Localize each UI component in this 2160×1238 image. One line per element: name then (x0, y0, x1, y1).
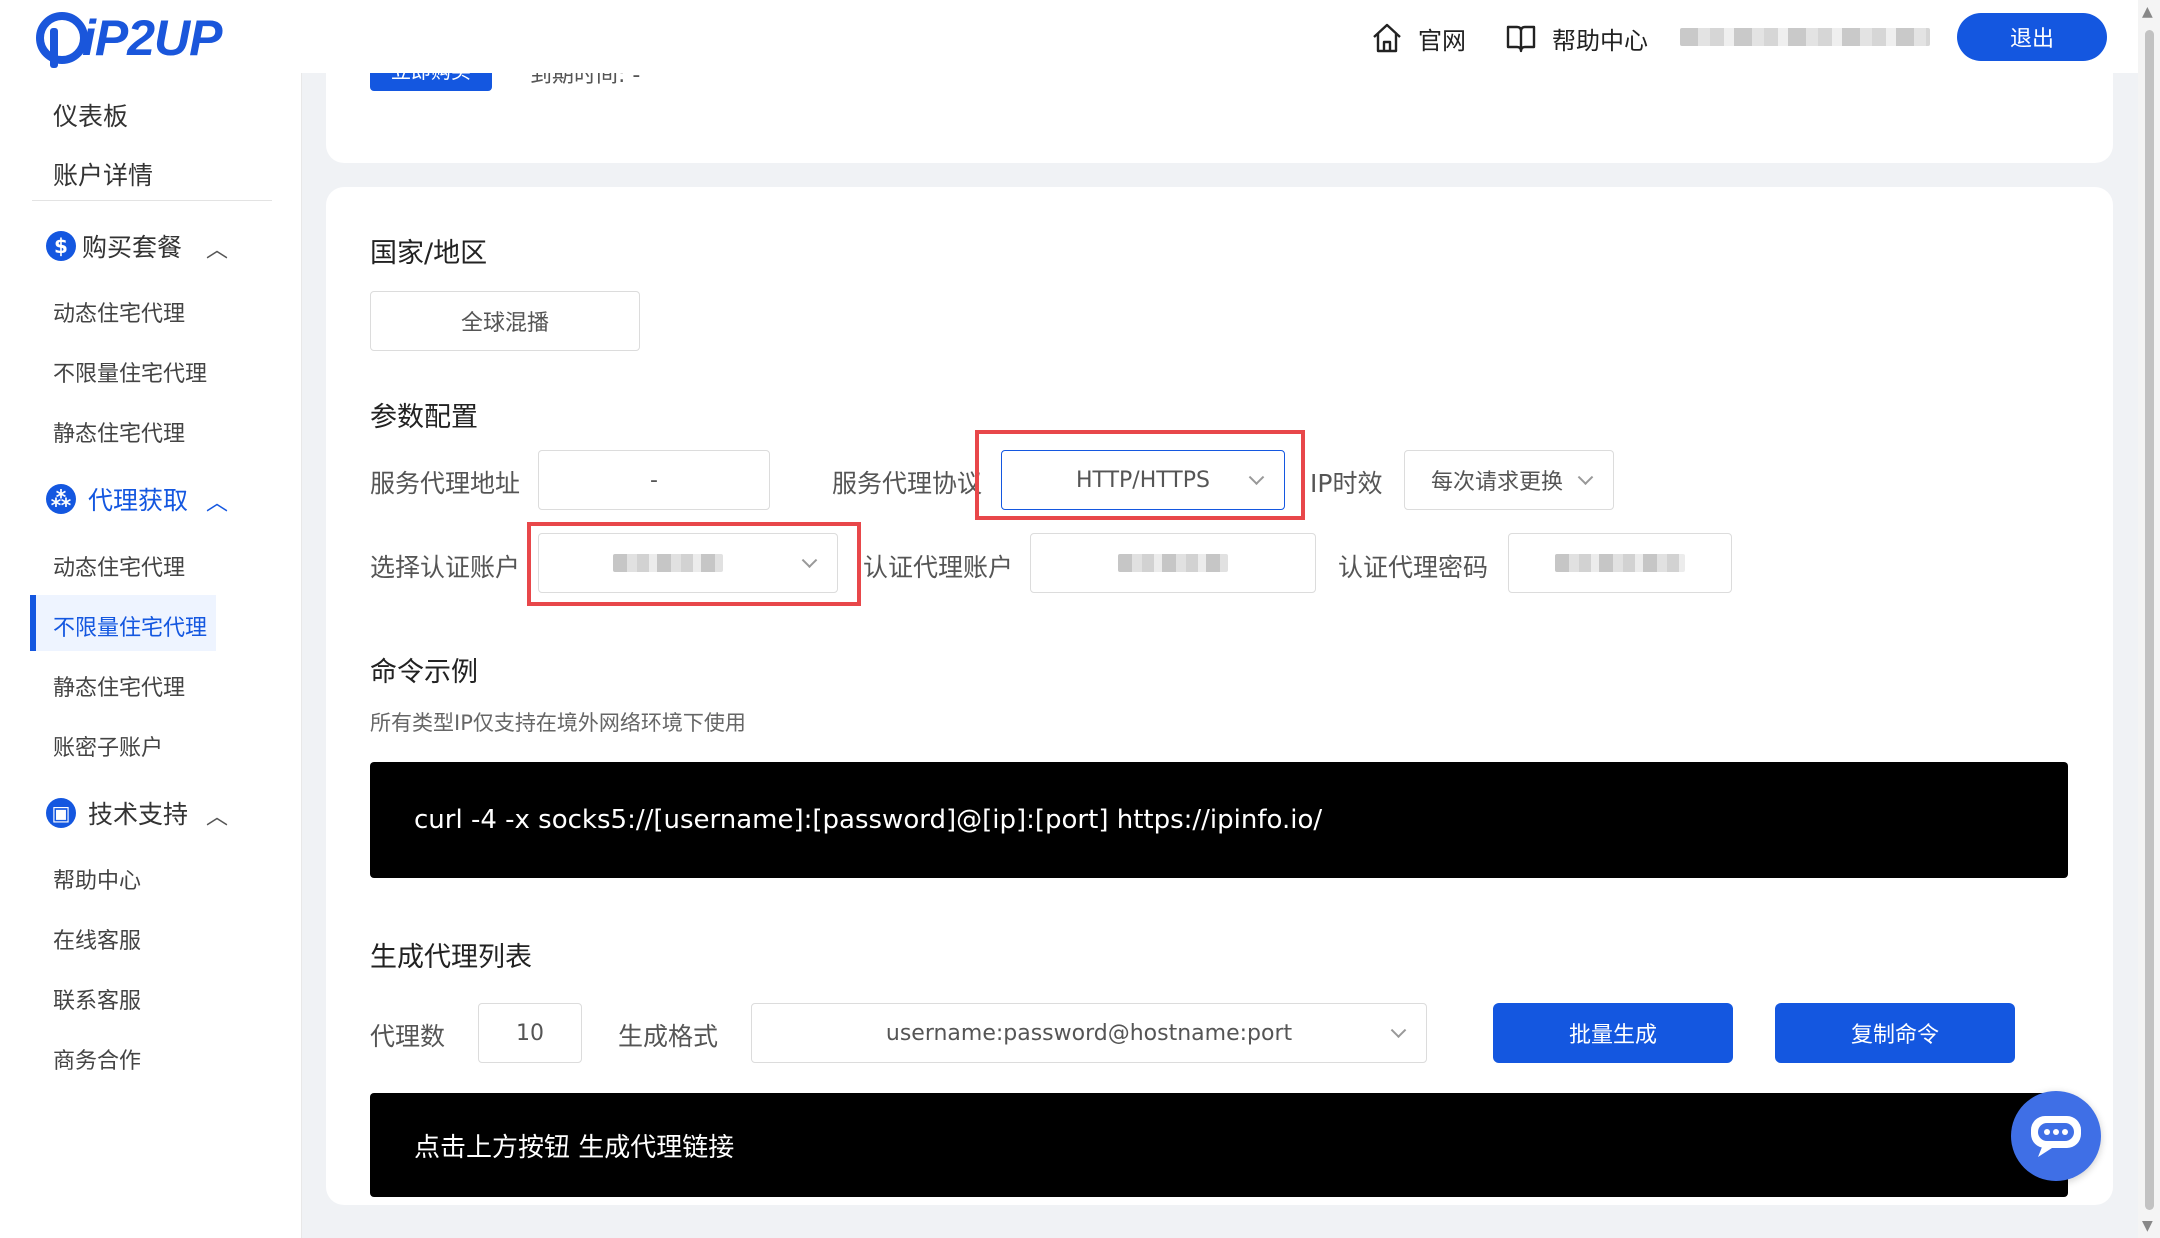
buy-now-button[interactable]: 立即购买 (370, 73, 492, 91)
expire-time: 到期时间: - (530, 73, 641, 88)
sidebar-active-indicator (30, 595, 36, 651)
auth-account-select[interactable] (538, 533, 838, 593)
chat-support-button[interactable] (2011, 1091, 2101, 1181)
logo-mark-icon (36, 12, 88, 68)
chevron-down-icon (1390, 1022, 1407, 1039)
nav-help-label: 帮助中心 (1552, 26, 1648, 55)
chat-icon (2031, 1116, 2081, 1157)
sidebar-group-proxy[interactable]: ⁂ 代理获取 ︿ (46, 479, 246, 519)
sidebar-item-contact[interactable]: 联系客服 (53, 983, 141, 1015)
auth-account-redacted (613, 554, 723, 572)
copy-command-button[interactable]: 复制命令 (1775, 1003, 2015, 1063)
sidebar-item-proxy-dynamic[interactable]: 动态住宅代理 (53, 550, 185, 582)
ip-life-select[interactable]: 每次请求更换 (1404, 450, 1614, 510)
server-address-field[interactable]: - (538, 450, 770, 510)
auth-pass-field[interactable] (1508, 533, 1732, 593)
params-title: 参数配置 (370, 402, 478, 433)
auth-pass-label: 认证代理密码 (1338, 553, 1489, 582)
scroll-down-arrow-icon[interactable]: ▼ (2142, 1218, 2153, 1234)
nav-official-label: 官网 (1418, 26, 1466, 55)
protocol-label: 服务代理协议 (832, 469, 983, 498)
protocol-select-value: HTTP/HTTPS (1076, 467, 1210, 493)
chevron-down-icon (801, 552, 818, 569)
chevron-up-icon: ︿ (206, 491, 229, 516)
logo-text: iP2UP (82, 10, 223, 66)
sidebar-group-support-label: 技术支持 (88, 800, 189, 829)
region-option-global[interactable]: 全球混播 (370, 291, 640, 351)
sidebar-group-purchase[interactable]: $ 购买套餐 ︿ (46, 226, 246, 266)
proxy-count-input[interactable]: 10 (478, 1003, 582, 1063)
generated-output-text: 点击上方按钮 生成代理链接 (414, 1132, 735, 1163)
format-select[interactable]: username:password@hostname:port (751, 1003, 1427, 1063)
chevron-up-icon: ︿ (206, 805, 229, 830)
support-icon: ▣ (46, 798, 76, 828)
sidebar-group-proxy-label: 代理获取 (88, 486, 189, 515)
auth-account-select-label: 选择认证账户 (370, 553, 521, 582)
command-example-text: curl -4 -x socks5://[username]:[password… (414, 805, 1323, 835)
region-title: 国家/地区 (370, 238, 488, 269)
format-label: 生成格式 (618, 1022, 719, 1051)
sidebar-divider (32, 200, 272, 201)
sidebar-item-account[interactable]: 账户详情 (53, 156, 153, 192)
generate-list-title: 生成代理列表 (370, 942, 532, 973)
sidebar-item-online-service[interactable]: 在线客服 (53, 923, 141, 955)
scrollbar-thumb[interactable] (2145, 30, 2154, 1210)
sidebar-item-purchase-dynamic[interactable]: 动态住宅代理 (53, 296, 185, 328)
ip-life-label: IP时效 (1310, 469, 1383, 498)
scroll-up-arrow-icon[interactable]: ▲ (2142, 4, 2153, 20)
auth-pass-redacted (1555, 554, 1685, 572)
protocol-select[interactable]: HTTP/HTTPS (1001, 450, 1285, 510)
auth-user-label: 认证代理账户 (863, 553, 1014, 582)
network-icon: ⁂ (46, 484, 76, 514)
sidebar-item-dashboard[interactable]: 仪表板 (53, 97, 128, 133)
top-header: iP2UP 官网 帮助中心 退出 (0, 0, 2160, 73)
format-select-value: username:password@hostname:port (885, 1020, 1293, 1046)
nav-official-site[interactable]: 官网 (1370, 18, 1466, 58)
sidebar-item-help[interactable]: 帮助中心 (53, 863, 141, 895)
user-account-redacted (1680, 28, 1930, 46)
command-example-box[interactable]: curl -4 -x socks5://[username]:[password… (370, 762, 2068, 878)
sidebar-item-proxy-unlimited[interactable]: 不限量住宅代理 (53, 610, 207, 642)
chevron-down-icon (1577, 469, 1594, 486)
command-example-title: 命令示例 (370, 657, 478, 688)
sidebar-item-business[interactable]: 商务合作 (53, 1043, 141, 1075)
plan-summary-card: 立即购买 到期时间: - (326, 73, 2113, 163)
home-icon (1373, 23, 1401, 53)
chevron-down-icon (1248, 469, 1265, 486)
dollar-icon: $ (46, 231, 76, 261)
sidebar-item-purchase-static[interactable]: 静态住宅代理 (53, 416, 185, 448)
ip-life-select-value: 每次请求更换 (1431, 470, 1564, 495)
batch-generate-button[interactable]: 批量生成 (1493, 1003, 1733, 1063)
sidebar: 仪表板 账户详情 $ 购买套餐 ︿ 动态住宅代理 不限量住宅代理 静态住宅代理 … (0, 73, 302, 1238)
sidebar-group-purchase-label: 购买套餐 (82, 233, 183, 262)
sidebar-item-proxy-subaccount[interactable]: 账密子账户 (53, 730, 163, 762)
auth-user-field[interactable] (1030, 533, 1316, 593)
server-address-label: 服务代理地址 (370, 469, 521, 498)
command-note: 所有类型IP仅支持在境外网络环境下使用 (370, 711, 746, 735)
sidebar-item-purchase-unlimited[interactable]: 不限量住宅代理 (53, 356, 207, 388)
sidebar-item-proxy-static[interactable]: 静态住宅代理 (53, 670, 185, 702)
proxy-count-label: 代理数 (370, 1022, 446, 1051)
generated-output-box[interactable]: 点击上方按钮 生成代理链接 (370, 1093, 2068, 1197)
logo[interactable]: iP2UP (36, 10, 223, 68)
chevron-up-icon: ︿ (206, 238, 229, 263)
auth-user-redacted (1118, 554, 1228, 572)
sidebar-group-support[interactable]: ▣ 技术支持 ︿ (46, 793, 246, 833)
book-icon (1506, 25, 1536, 53)
logout-button[interactable]: 退出 (1957, 13, 2107, 61)
nav-help-center[interactable]: 帮助中心 (1504, 18, 1648, 58)
proxy-config-card: 国家/地区 全球混播 参数配置 服务代理地址 - 服务代理协议 HTTP/HTT… (326, 187, 2113, 1205)
